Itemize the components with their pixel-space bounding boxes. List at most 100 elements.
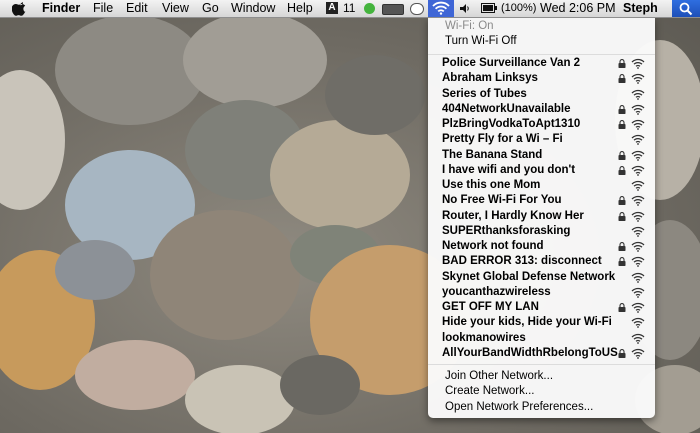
menu-help[interactable]: Help — [287, 1, 313, 16]
user-menu[interactable]: Steph — [623, 1, 658, 16]
wifi-signal-icon — [631, 58, 645, 69]
network-name: I have wifi and you don't — [442, 163, 576, 176]
menu-edit[interactable]: Edit — [126, 1, 148, 16]
lock-icon — [618, 348, 626, 358]
apple-icon[interactable] — [12, 1, 26, 16]
network-item[interactable]: No Free Wi-Fi For You — [428, 193, 655, 208]
network-name: Router, I Hardly Know Her — [442, 209, 584, 222]
wifi-signal-icon — [631, 165, 645, 176]
network-name: AllYourBandWidthRbelongToUS — [442, 346, 618, 359]
battery-percent: (100%) — [501, 2, 537, 14]
chat-bubble-icon[interactable] — [410, 3, 424, 15]
network-item[interactable]: I have wifi and you don't — [428, 163, 655, 178]
network-name: The Banana Stand — [442, 148, 543, 161]
lock-icon — [618, 150, 626, 160]
wifi-signal-icon — [631, 180, 645, 191]
network-item[interactable]: AllYourBandWidthRbelongToUS — [428, 346, 655, 361]
network-item[interactable]: The Banana Stand — [428, 148, 655, 163]
wifi-signal-icon — [631, 195, 645, 207]
wifi-signal-icon — [631, 302, 645, 313]
network-name: youcanthazwireless — [442, 285, 551, 298]
network-name: No Free Wi-Fi For You — [442, 194, 562, 207]
spotlight-button[interactable] — [672, 0, 700, 17]
network-name: Police Surveillance Van 2 — [442, 57, 581, 69]
adobe-icon[interactable]: A — [326, 2, 338, 14]
menu-window[interactable]: Window — [231, 1, 275, 16]
wifi-dropdown-menu: Wi-Fi: On Turn Wi-Fi Off Police Surveill… — [428, 17, 655, 418]
network-name: Network not found — [442, 240, 544, 252]
menu-view[interactable]: View — [162, 1, 189, 16]
menu-separator — [428, 54, 655, 55]
join-other-network-item[interactable]: Join Other Network... — [445, 369, 553, 384]
network-list: Police Surveillance Van 2 Abraham Linksys… — [428, 56, 655, 361]
network-item[interactable]: Router, I Hardly Know Her — [428, 209, 655, 224]
lock-icon — [618, 196, 626, 206]
wifi-signal-icon — [631, 134, 645, 146]
menu-file[interactable]: File — [93, 1, 113, 16]
network-item[interactable]: SUPERthanksforasking — [428, 224, 655, 239]
network-item[interactable]: youcanthazwireless — [428, 285, 655, 300]
wifi-icon[interactable] — [432, 1, 450, 15]
wifi-signal-icon — [631, 287, 645, 298]
wifi-signal-icon — [631, 333, 645, 344]
network-name: Abraham Linksys — [442, 72, 538, 85]
network-item[interactable]: Police Surveillance Van 2 — [428, 56, 655, 71]
network-item[interactable]: GET OFF MY LAN — [428, 300, 655, 315]
menu-separator — [428, 364, 655, 365]
create-network-item[interactable]: Create Network... — [445, 384, 534, 399]
menu-finder[interactable]: Finder — [42, 1, 80, 16]
network-name: lookmanowires — [442, 331, 526, 344]
battery-icon[interactable] — [481, 3, 497, 13]
menu-bar: Finder File Edit View Go Window Help A 1… — [0, 0, 700, 18]
network-name: PlzBringVodkaToApt1310 — [442, 118, 581, 130]
network-name: Series of Tubes — [442, 87, 527, 100]
network-name: Pretty Fly for a Wi – Fi — [442, 133, 563, 146]
open-network-preferences-item[interactable]: Open Network Preferences... — [445, 400, 593, 415]
wifi-signal-icon — [631, 150, 645, 161]
network-name: 404NetworkUnavailable — [442, 102, 571, 115]
network-item[interactable]: Abraham Linksys — [428, 71, 655, 86]
lock-icon — [618, 242, 626, 251]
wifi-signal-icon — [631, 226, 645, 237]
adobe-updates-count: 11 — [343, 1, 356, 15]
menu-go[interactable]: Go — [202, 1, 219, 16]
lock-icon — [618, 303, 626, 312]
network-item[interactable]: Series of Tubes — [428, 87, 655, 102]
wifi-signal-icon — [631, 119, 645, 130]
menu-clock[interactable]: Wed 2:06 PM — [540, 1, 616, 16]
network-item[interactable]: Network not found — [428, 239, 655, 254]
network-item[interactable]: lookmanowires — [428, 331, 655, 346]
wifi-signal-icon — [631, 211, 645, 222]
lock-icon — [618, 74, 626, 84]
wifi-signal-icon — [631, 89, 645, 100]
network-item[interactable]: PlzBringVodkaToApt1310 — [428, 117, 655, 132]
wifi-signal-icon — [631, 241, 645, 252]
network-item[interactable]: Hide your kids, Hide your Wi-Fi — [428, 315, 655, 330]
wifi-signal-icon — [631, 272, 645, 283]
network-name: BAD ERROR 313: disconnect — [442, 255, 602, 268]
wifi-status-label: Wi-Fi: On — [445, 20, 494, 32]
wifi-signal-icon — [631, 348, 645, 359]
network-name: Hide your kids, Hide your Wi-Fi — [442, 316, 612, 329]
network-item[interactable]: Skynet Global Defense Network — [428, 270, 655, 285]
turn-wifi-off-item[interactable]: Turn Wi-Fi Off — [445, 34, 517, 49]
wifi-signal-icon — [631, 104, 645, 115]
wifi-signal-icon — [631, 317, 645, 329]
volume-icon[interactable] — [459, 3, 471, 14]
network-item[interactable]: 404NetworkUnavailable — [428, 102, 655, 117]
network-item[interactable]: Use this one Mom — [428, 178, 655, 193]
search-icon — [679, 2, 693, 16]
network-item[interactable]: BAD ERROR 313: disconnect — [428, 254, 655, 269]
lock-icon — [618, 120, 626, 129]
wifi-signal-icon — [631, 256, 645, 268]
lock-icon — [618, 211, 626, 221]
network-name: Skynet Global Defense Network — [442, 270, 616, 283]
wifi-signal-icon — [631, 73, 645, 85]
lock-icon — [618, 59, 626, 68]
network-name: Use this one Mom — [442, 179, 541, 191]
screen-icon[interactable] — [382, 4, 404, 15]
network-name: SUPERthanksforasking — [442, 224, 571, 237]
green-status-icon[interactable] — [364, 3, 375, 14]
lock-icon — [618, 257, 626, 267]
network-item[interactable]: Pretty Fly for a Wi – Fi — [428, 132, 655, 147]
